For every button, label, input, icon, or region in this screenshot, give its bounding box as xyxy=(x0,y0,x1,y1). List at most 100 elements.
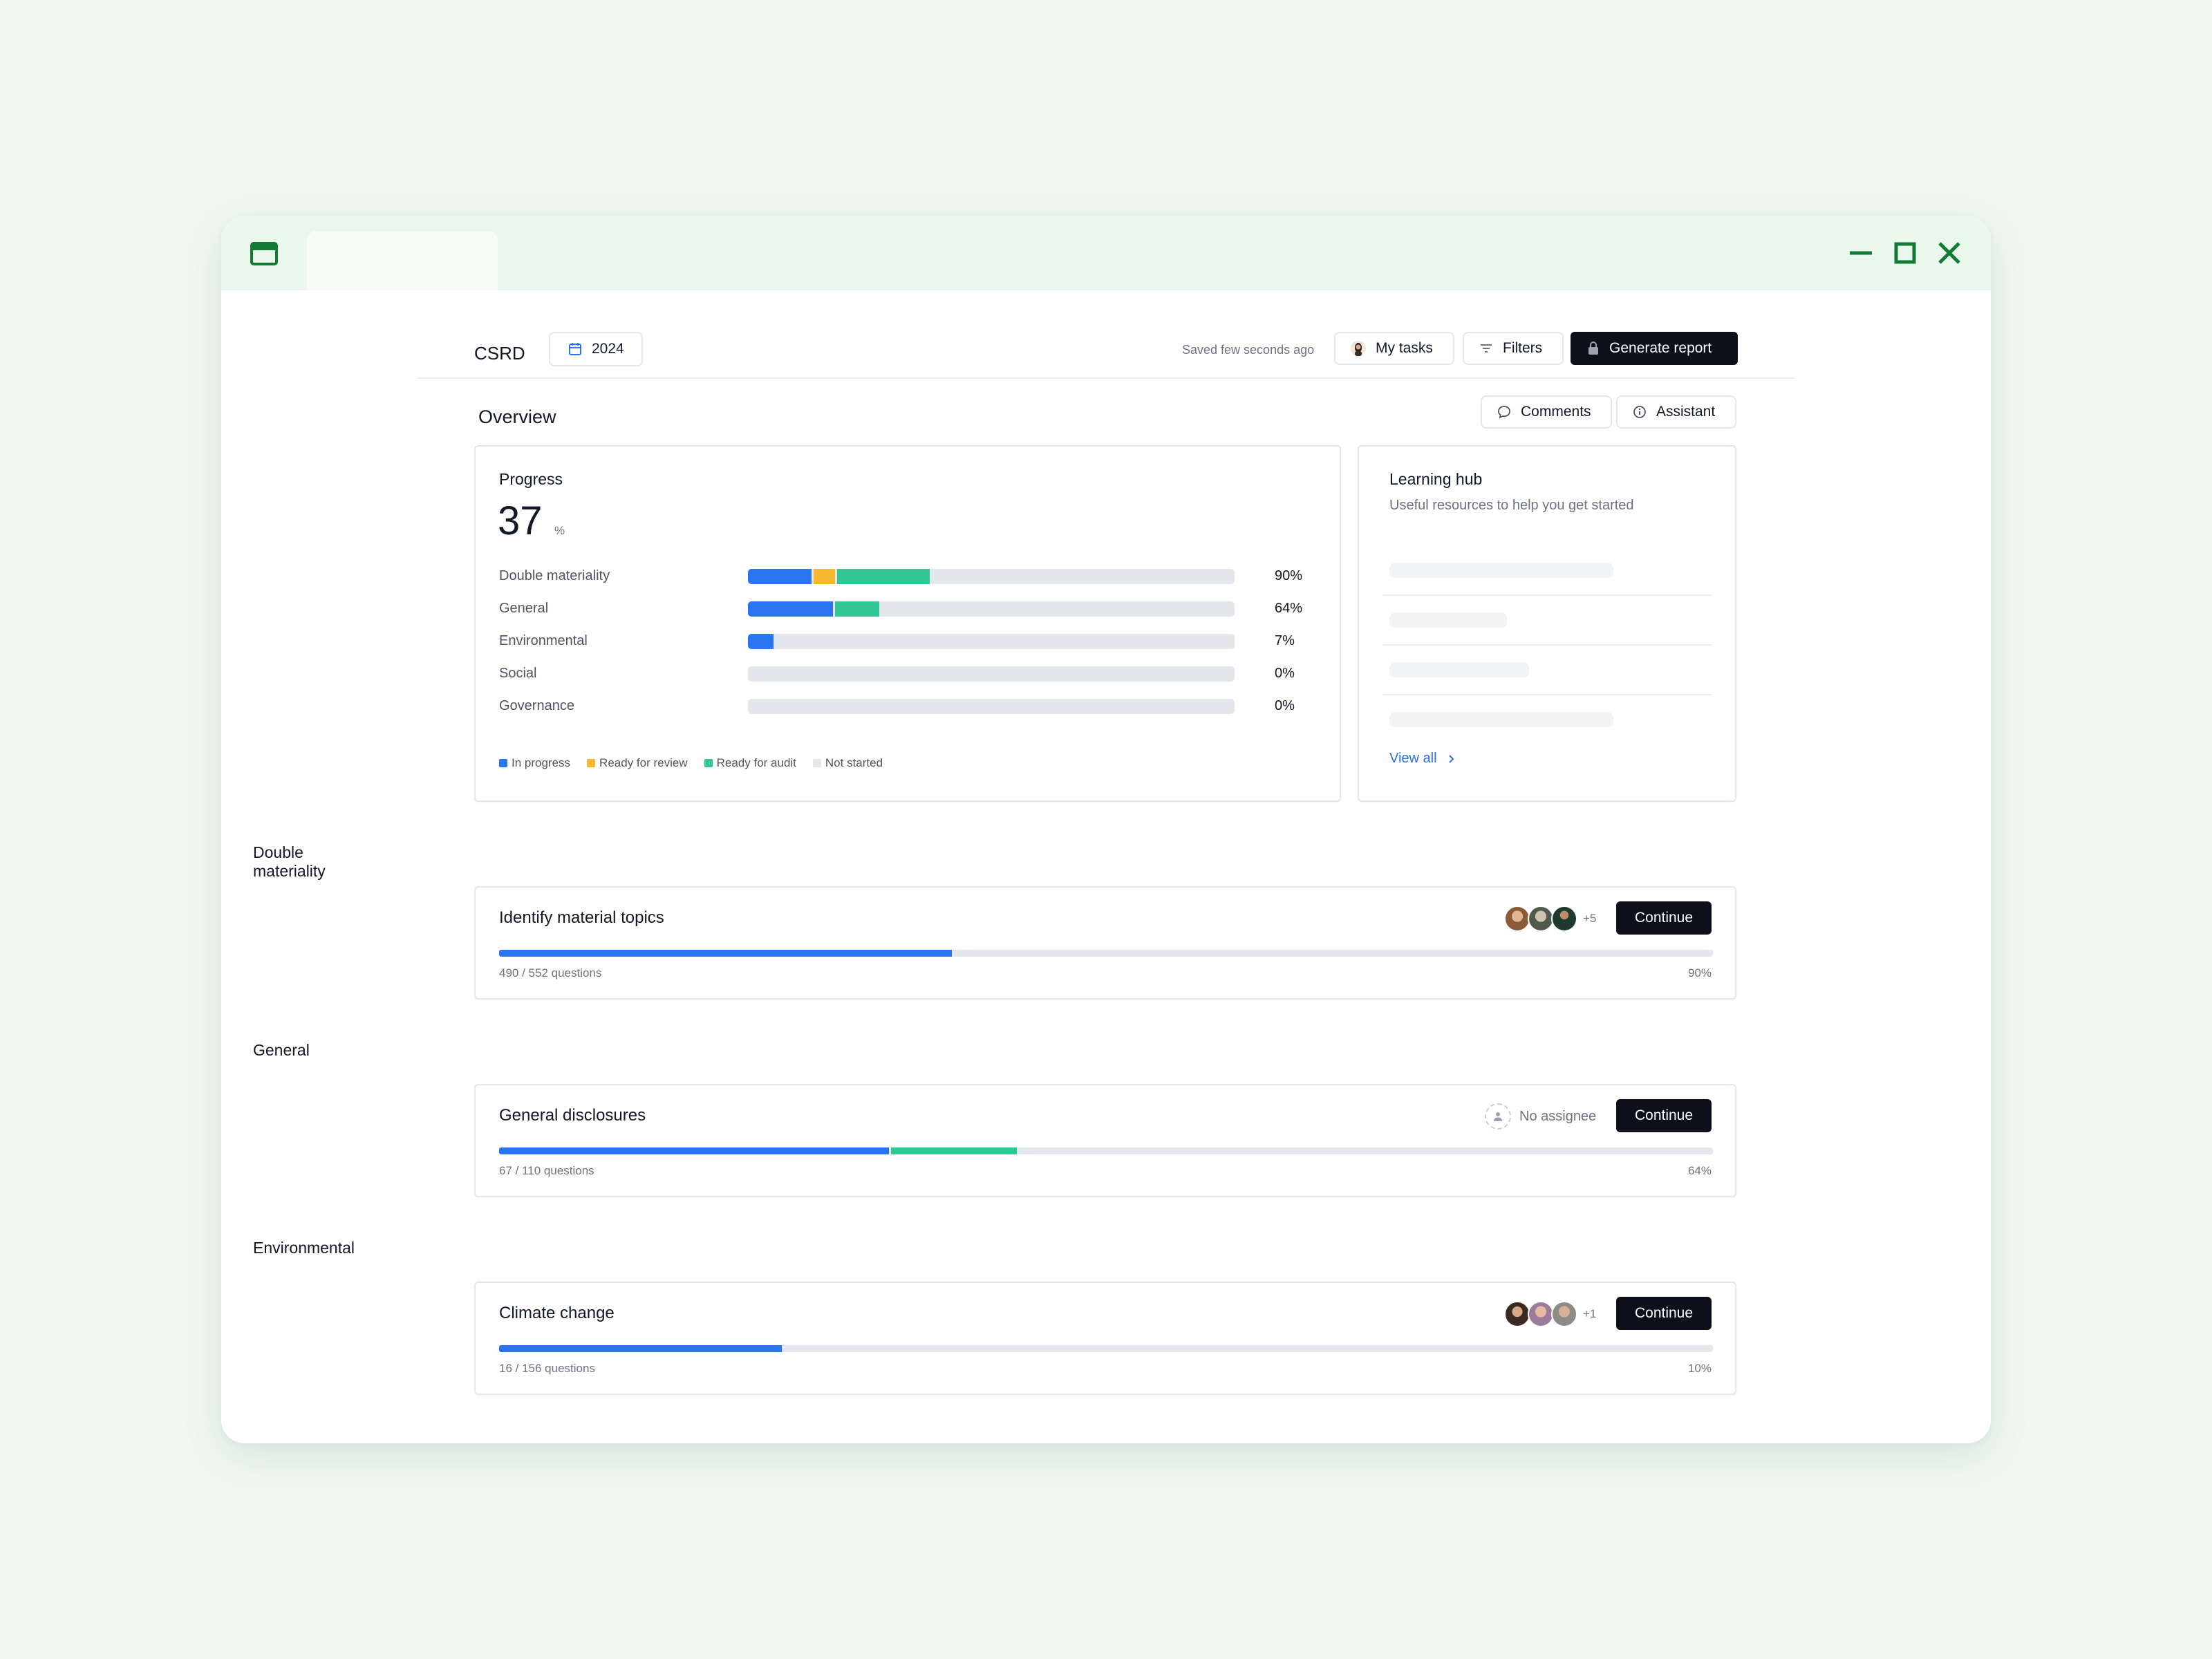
title-bar xyxy=(221,216,1991,290)
in-progress-segment xyxy=(748,634,774,649)
avatar xyxy=(1504,1301,1530,1327)
divider xyxy=(1382,644,1712,646)
resource-placeholder[interactable] xyxy=(1389,662,1529,677)
section-title-general: General xyxy=(253,1041,310,1059)
chevron-right-icon xyxy=(1448,754,1454,763)
task-card-identify-material-topics[interactable]: Identify material topics +5 Continue 490… xyxy=(474,886,1736,1000)
section-title-environmental: Environmental xyxy=(253,1239,355,1257)
progress-legend: In progress Ready for review Ready for a… xyxy=(499,756,883,770)
progress-row-percent: 0% xyxy=(1275,666,1295,681)
progress-value: 37 xyxy=(498,498,543,543)
info-icon xyxy=(1633,406,1646,418)
minimize-icon[interactable] xyxy=(1846,238,1876,268)
page-title: CSRD xyxy=(474,343,525,364)
question-count: 67 / 110 questions xyxy=(499,1164,594,1177)
lock-icon xyxy=(1588,341,1598,355)
legend-in-progress: In progress xyxy=(499,756,570,770)
resource-placeholder[interactable] xyxy=(1389,612,1507,628)
progress-row-bar xyxy=(748,569,1235,584)
in-progress-segment xyxy=(748,569,812,584)
filters-button[interactable]: Filters xyxy=(1463,332,1564,365)
generate-report-button[interactable]: Generate report xyxy=(1571,332,1738,365)
overview-title: Overview xyxy=(478,406,556,427)
learning-hub-subtitle: Useful resources to help you get started xyxy=(1389,498,1634,513)
task-card-general-disclosures[interactable]: General disclosures No assignee Continue… xyxy=(474,1084,1736,1197)
assistant-label: Assistant xyxy=(1656,404,1716,420)
progress-row-label: Environmental xyxy=(499,633,588,648)
window-icon xyxy=(250,242,278,265)
view-all-label: View all xyxy=(1389,751,1437,766)
progress-row-bar xyxy=(748,634,1235,649)
comments-button[interactable]: Comments xyxy=(1481,395,1612,429)
progress-row-bar xyxy=(748,601,1235,617)
legend-ready-audit: Ready for audit xyxy=(704,756,796,770)
task-card-climate-change[interactable]: Climate change +1 Continue 16 / 156 ques… xyxy=(474,1282,1736,1395)
generate-report-label: Generate report xyxy=(1609,340,1712,356)
legend-not-started: Not started xyxy=(812,756,883,770)
task-percent: 64% xyxy=(1687,1164,1712,1177)
year-label: 2024 xyxy=(592,341,624,357)
browser-tab[interactable] xyxy=(307,231,498,290)
progress-label: Progress xyxy=(499,470,563,488)
progress-row-label: General xyxy=(499,601,549,616)
comment-icon xyxy=(1498,406,1510,419)
in-progress-segment xyxy=(748,601,834,617)
assignee-avatars[interactable]: +1 xyxy=(1504,1301,1596,1327)
progress-row-percent: 0% xyxy=(1275,698,1295,713)
avatar xyxy=(1551,906,1577,932)
resource-placeholder[interactable] xyxy=(1389,563,1613,578)
learning-hub-card: Learning hub Useful resources to help yo… xyxy=(1358,445,1736,802)
progress-row-label: Double materiality xyxy=(499,568,610,583)
avatar xyxy=(1551,1301,1577,1327)
avatar xyxy=(1528,906,1554,932)
view-all-link[interactable]: View all xyxy=(1389,751,1455,767)
continue-button[interactable]: Continue xyxy=(1616,901,1712,935)
year-selector[interactable]: 2024 xyxy=(549,332,643,366)
progress-row-percent: 7% xyxy=(1275,633,1295,648)
in-progress-segment xyxy=(499,1147,889,1154)
no-assignee-label: No assignee xyxy=(1519,1108,1597,1124)
progress-row-label: Governance xyxy=(499,698,574,713)
progress-unit: % xyxy=(554,524,565,537)
progress-row-label: Social xyxy=(499,666,537,681)
my-tasks-button[interactable]: My tasks xyxy=(1334,332,1454,365)
resource-placeholder[interactable] xyxy=(1389,712,1613,727)
learning-hub-title: Learning hub xyxy=(1389,470,1483,488)
progress-card: Progress 37 % Double materiality 90% Gener… xyxy=(474,445,1341,802)
task-progress-bar xyxy=(499,1147,1713,1154)
task-progress-bar xyxy=(499,1345,1713,1352)
task-title: Climate change xyxy=(499,1304,615,1322)
my-tasks-label: My tasks xyxy=(1376,340,1433,356)
no-assignee[interactable]: No assignee xyxy=(1485,1103,1596,1130)
calendar-icon xyxy=(569,343,581,355)
filters-label: Filters xyxy=(1503,340,1543,356)
maximize-icon[interactable] xyxy=(1890,238,1920,268)
comments-label: Comments xyxy=(1521,404,1591,420)
in-progress-segment xyxy=(499,950,952,957)
avatar xyxy=(1528,1301,1554,1327)
task-title: General disclosures xyxy=(499,1106,646,1125)
ready-for-audit-segment xyxy=(890,1147,1018,1154)
assignee-avatars[interactable]: +5 xyxy=(1504,906,1596,932)
assistant-button[interactable]: Assistant xyxy=(1616,395,1736,429)
continue-button[interactable]: Continue xyxy=(1616,1297,1712,1330)
section-title-double-materiality: Double materiality xyxy=(253,843,326,880)
in-progress-segment xyxy=(499,1345,782,1352)
progress-row-bar xyxy=(748,666,1235,682)
task-title: Identify material topics xyxy=(499,908,664,927)
divider xyxy=(1382,694,1712,695)
question-count: 490 / 552 questions xyxy=(499,966,602,980)
task-percent: 90% xyxy=(1687,966,1712,980)
ready-for-review-segment xyxy=(813,569,836,584)
filter-icon xyxy=(1481,344,1492,353)
ready-for-audit-segment xyxy=(835,601,879,617)
user-icon xyxy=(1485,1103,1511,1130)
assignee-overflow-count: +5 xyxy=(1583,912,1597,925)
close-icon[interactable] xyxy=(1934,238,1965,268)
save-status: Saved few seconds ago xyxy=(1182,343,1315,357)
continue-button[interactable]: Continue xyxy=(1616,1099,1712,1132)
divider xyxy=(1382,594,1712,596)
avatar xyxy=(1351,341,1366,356)
progress-row-bar xyxy=(748,699,1235,714)
task-progress-bar xyxy=(499,950,1713,957)
